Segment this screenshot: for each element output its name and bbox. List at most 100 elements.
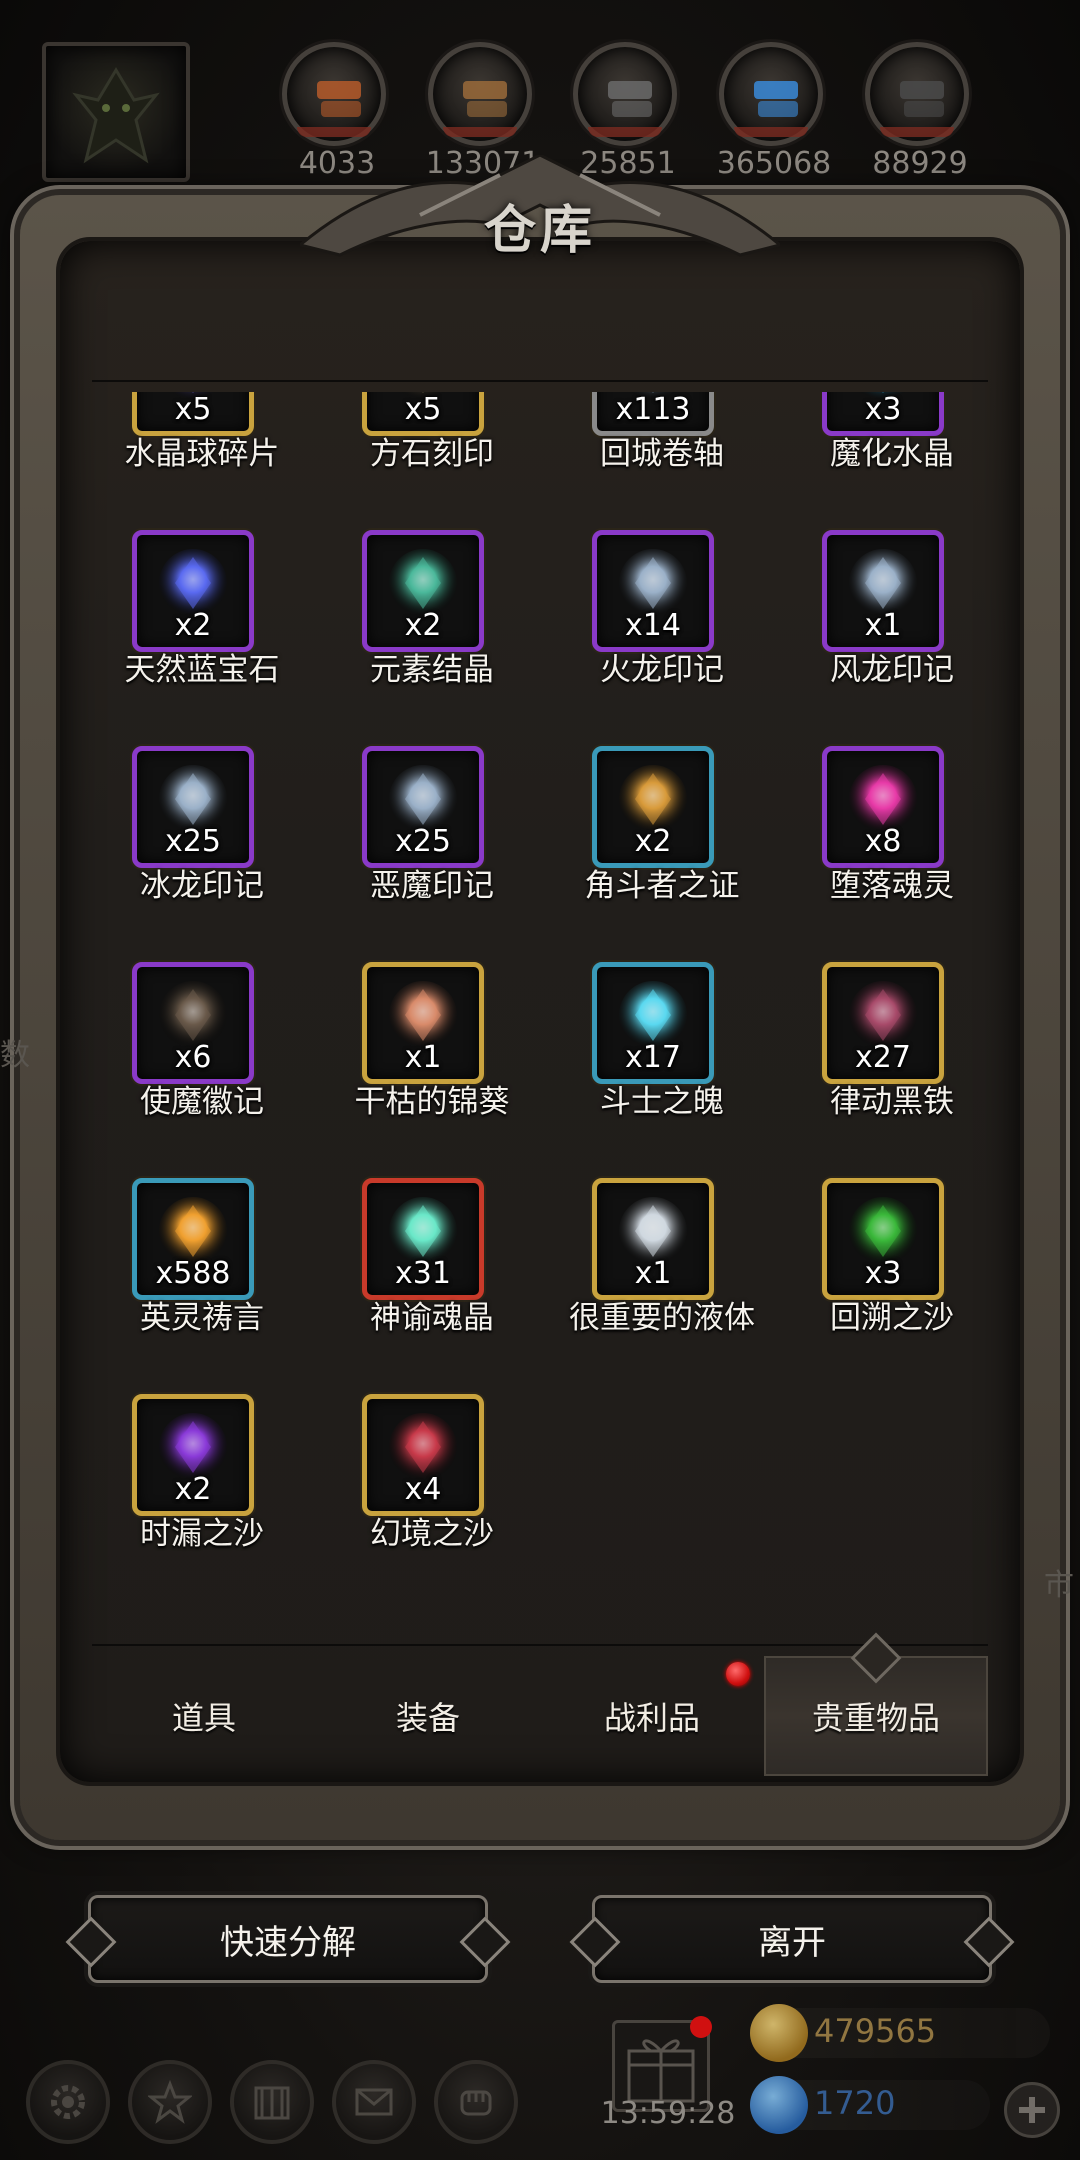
item-count: x1 — [634, 1256, 672, 1291]
item-slot[interactable]: x2 天然蓝宝石 — [92, 530, 312, 730]
crystal-icon — [754, 81, 798, 117]
item-slot[interactable]: x5 水晶球碎片 — [92, 392, 312, 514]
item-name: 冰龙印记 — [140, 868, 264, 904]
player-avatar[interactable] — [42, 42, 190, 182]
dragon-portrait-icon — [72, 67, 160, 164]
item-slot[interactable]: x5 方石刻印 — [322, 392, 542, 514]
tab-valuables-label: 贵重物品 — [811, 1699, 940, 1737]
item-name: 元素结晶 — [370, 652, 494, 688]
item-name: 神谕魂晶 — [370, 1300, 494, 1336]
item-name: 火龙印记 — [600, 652, 724, 688]
tab-equipment[interactable]: 装备 — [316, 1656, 540, 1776]
item-count: x1 — [404, 1040, 442, 1075]
item-slot[interactable]: x1 很重要的液体 — [552, 1178, 772, 1378]
item-slot[interactable]: x1 干枯的锦葵 — [322, 962, 542, 1162]
item-slot[interactable]: x2 角斗者之证 — [552, 746, 772, 946]
item-slot[interactable]: x25 冰龙印记 — [92, 746, 312, 946]
gold-coin-icon — [750, 2004, 808, 2062]
resource-orb — [282, 42, 386, 146]
panel-title: 仓库 — [483, 200, 596, 261]
leave-label: 离开 — [758, 1922, 826, 1963]
item-slot[interactable]: x31 神谕魂晶 — [322, 1178, 542, 1378]
diamond-counter: 1720 — [750, 2076, 990, 2134]
item-count: x2 — [404, 608, 442, 643]
item-name: 风龙印记 — [830, 652, 954, 688]
resource-orb — [428, 42, 532, 146]
quick-decompose-label: 快速分解 — [220, 1922, 356, 1963]
item-name: 使魔徽记 — [140, 1084, 264, 1120]
item-count: x113 — [615, 392, 691, 427]
item-slot[interactable]: x3 回溯之沙 — [782, 1178, 988, 1378]
tab-items[interactable]: 道具 — [92, 1656, 316, 1776]
tab-items-label: 道具 — [171, 1699, 236, 1737]
add-currency-plus-icon[interactable] — [1004, 2082, 1060, 2138]
item-count: x27 — [855, 1040, 911, 1075]
item-count: x6 — [174, 1040, 212, 1075]
item-count: x2 — [174, 608, 212, 643]
warehouse-tabs: 道具 装备 战利品 贵重物品 — [92, 1632, 988, 1786]
item-name: 回溯之沙 — [830, 1300, 954, 1336]
leave-button[interactable]: 离开 — [592, 1895, 992, 1983]
item-count: x5 — [404, 392, 442, 427]
tab-loot-label: 战利品 — [603, 1699, 700, 1737]
star-badge-icon[interactable] — [128, 2060, 212, 2144]
resource-orb — [865, 42, 969, 146]
item-count: x2 — [634, 824, 672, 859]
item-slot[interactable]: x25 恶魔印记 — [322, 746, 542, 946]
item-slot[interactable]: x2 时漏之沙 — [92, 1394, 312, 1594]
item-name: 角斗者之证 — [584, 868, 740, 904]
item-count: x31 — [395, 1256, 451, 1291]
grid-top-divider — [92, 380, 988, 382]
item-name: 魔化水晶 — [830, 436, 954, 472]
item-slot[interactable]: x1 风龙印记 — [782, 530, 988, 730]
tab-equipment-label: 装备 — [395, 1699, 460, 1737]
item-slot[interactable]: x2 元素结晶 — [322, 530, 542, 730]
item-grid[interactable]: x5 水晶球碎片 x5 方石刻印 x113 回城卷轴 x3 魔化水晶 x2 天然蓝宝石 x2 元素结晶… — [92, 392, 988, 1642]
iron-icon — [608, 81, 652, 117]
item-slot[interactable]: x27 律动黑铁 — [782, 962, 988, 1162]
item-name: 幻境之沙 — [370, 1516, 494, 1552]
meat-icon — [317, 81, 361, 117]
item-name: 堕落魂灵 — [830, 868, 954, 904]
item-name: 干枯的锦葵 — [354, 1084, 510, 1120]
gold-amount: 479565 — [814, 2012, 937, 2050]
fist-icon[interactable] — [434, 2060, 518, 2144]
item-name: 英灵祷言 — [140, 1300, 264, 1336]
item-count: x17 — [625, 1040, 681, 1075]
resource-value: 88929 — [872, 146, 968, 181]
item-name: 方石刻印 — [370, 436, 494, 472]
diamond-icon — [750, 2076, 808, 2134]
quick-decompose-button[interactable]: 快速分解 — [88, 1895, 488, 1983]
item-slot[interactable]: x8 堕落魂灵 — [782, 746, 988, 946]
gold-counter: 479565 — [750, 2004, 1050, 2062]
resource-orb — [719, 42, 823, 146]
gift-notification-dot — [690, 2016, 712, 2038]
mail-icon[interactable] — [332, 2060, 416, 2144]
item-slot[interactable]: x14 火龙印记 — [552, 530, 772, 730]
grid-bottom-divider — [92, 1644, 988, 1646]
item-count: x588 — [155, 1256, 231, 1291]
tab-loot[interactable]: 战利品 — [540, 1656, 764, 1776]
item-slot[interactable]: x4 幻境之沙 — [322, 1394, 542, 1594]
item-count: x3 — [864, 392, 902, 427]
resource-4[interactable]: 88929 — [865, 42, 975, 192]
item-name: 天然蓝宝石 — [124, 652, 280, 688]
side-label-right: 市 — [1044, 1568, 1074, 1603]
item-slot[interactable]: x3 魔化水晶 — [782, 392, 988, 514]
resource-orb — [573, 42, 677, 146]
event-timer: 13:59:28 — [600, 2096, 736, 2131]
item-count: x2 — [174, 1472, 212, 1507]
gate-icon[interactable] — [230, 2060, 314, 2144]
item-slot[interactable]: x588 英灵祷言 — [92, 1178, 312, 1378]
item-name: 水晶球碎片 — [124, 436, 280, 472]
blackiron-icon — [900, 81, 944, 117]
settings-gear-icon[interactable] — [26, 2060, 110, 2144]
item-slot[interactable]: x113 回城卷轴 — [552, 392, 772, 514]
item-name: 很重要的液体 — [569, 1300, 755, 1336]
wood-icon — [463, 81, 507, 117]
tab-valuables[interactable]: 贵重物品 — [764, 1632, 988, 1776]
item-slot[interactable]: x17 斗士之魄 — [552, 962, 772, 1162]
item-slot[interactable]: x6 使魔徽记 — [92, 962, 312, 1162]
item-name: 斗士之魄 — [600, 1084, 724, 1120]
item-count: x8 — [864, 824, 902, 859]
